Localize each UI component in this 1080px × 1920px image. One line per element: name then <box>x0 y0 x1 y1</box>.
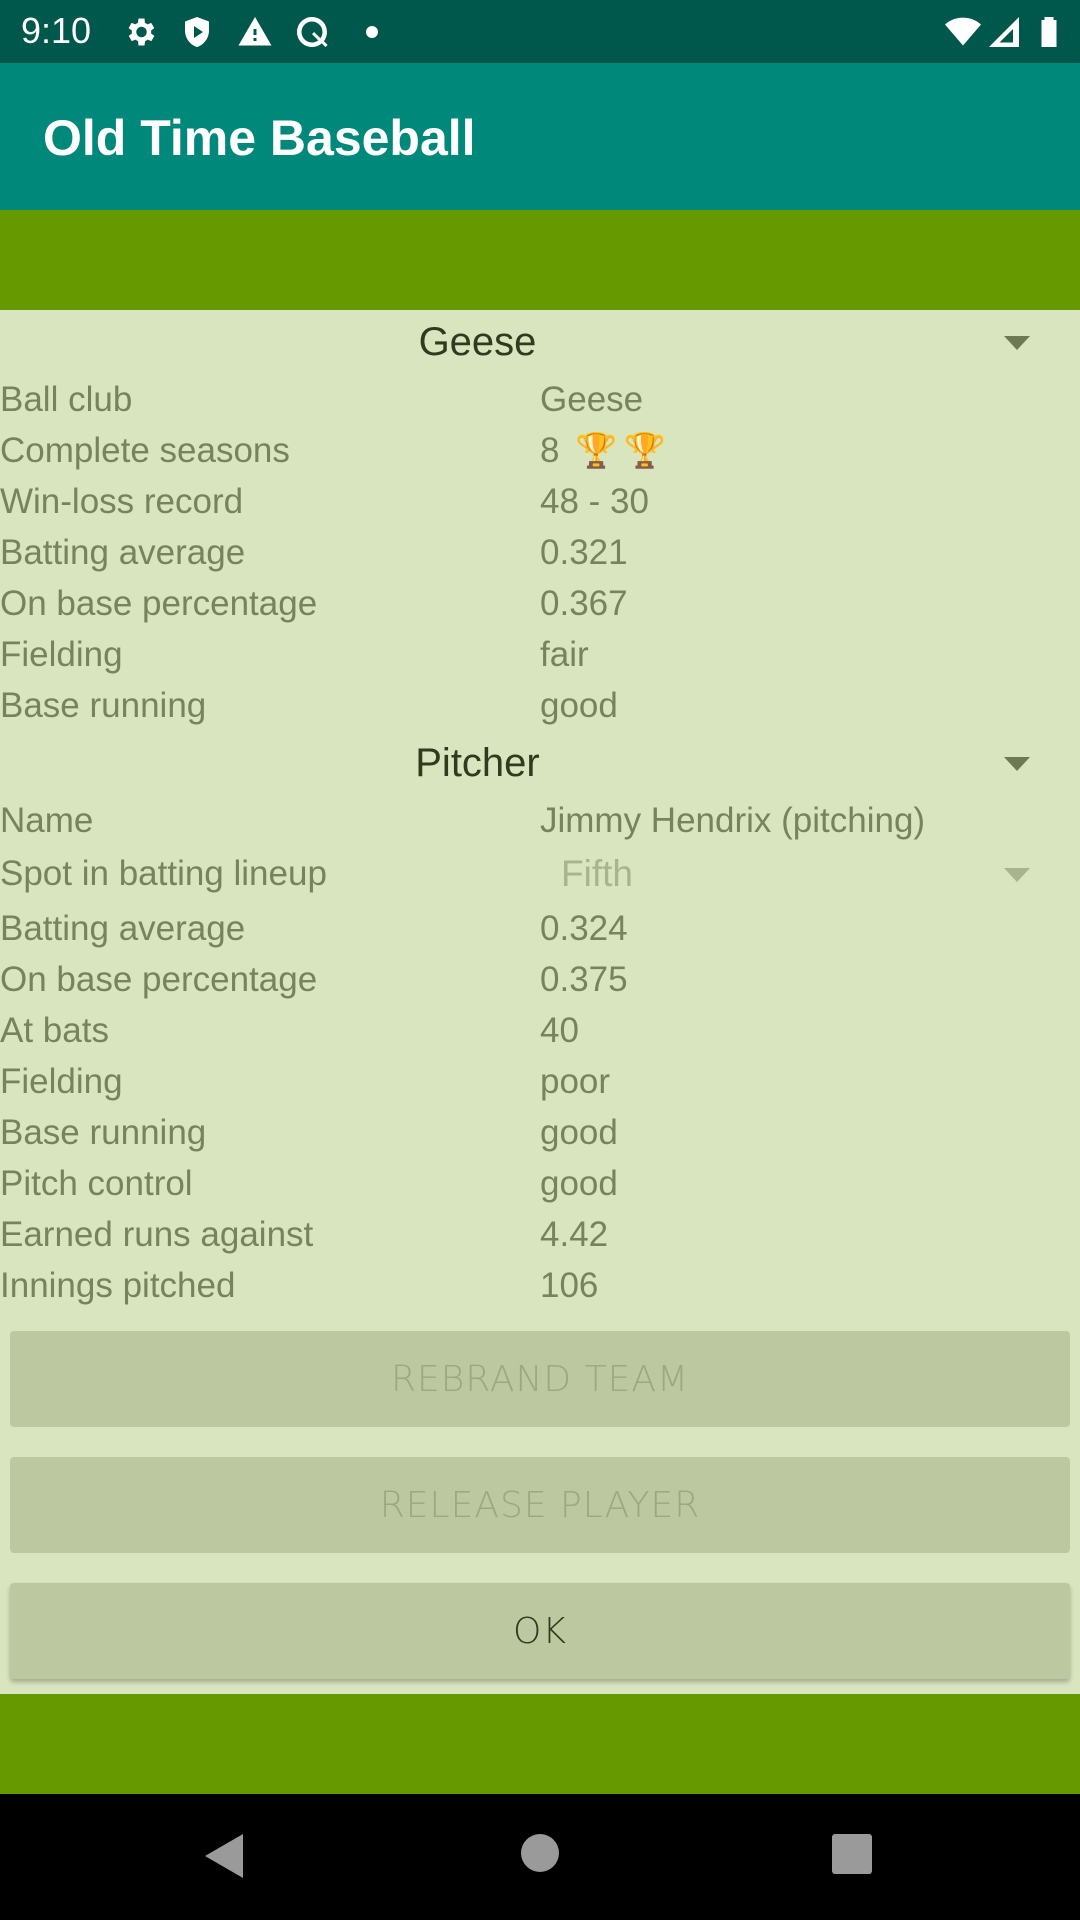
warning-icon <box>236 13 274 51</box>
player-row-at-bats: At bats 40 <box>0 1005 1080 1056</box>
ok-button[interactable]: OK <box>10 1583 1070 1679</box>
row-label: On base percentage <box>0 584 318 623</box>
team-row-batting-average: Batting average 0.321 <box>0 527 1080 578</box>
row-value: 0.321 <box>540 533 628 572</box>
row-label: At bats <box>0 1011 109 1050</box>
player-row-earned-runs: Earned runs against 4.42 <box>0 1209 1080 1260</box>
team-spinner-value: Geese <box>418 320 537 364</box>
row-value: Jimmy Hendrix (pitching) <box>540 801 926 840</box>
app-title: Old Time Baseball <box>43 110 476 166</box>
player-row-on-base: On base percentage 0.375 <box>0 954 1080 1005</box>
battery-icon <box>1030 13 1068 51</box>
team-row-on-base: On base percentage 0.367 <box>0 578 1080 629</box>
bottom-banner <box>0 1694 1080 1794</box>
dot-icon <box>353 13 391 51</box>
top-banner <box>0 210 1080 310</box>
lineup-spinner-value: Fifth <box>561 853 633 894</box>
team-row-complete-seasons: Complete seasons 8 🏆 🏆 <box>0 425 1080 476</box>
row-value: Geese <box>540 380 644 419</box>
navigation-bar <box>0 1794 1080 1920</box>
team-dialog: Geese Ball club Geese Complete seasons 8… <box>0 310 1080 1694</box>
home-icon[interactable] <box>521 1834 559 1872</box>
player-spinner-value: Pitcher <box>415 741 540 785</box>
row-label: Fielding <box>0 1062 123 1101</box>
gear-icon <box>121 13 159 51</box>
row-value: good <box>540 1164 618 1203</box>
q-logo-icon <box>293 13 331 51</box>
row-label: Complete seasons <box>0 431 290 470</box>
row-value: 48 - 30 <box>540 482 649 521</box>
rebrand-team-button[interactable]: REBRAND TEAM <box>10 1331 1070 1427</box>
row-label: Win-loss record <box>0 482 244 521</box>
row-value: good <box>540 1113 618 1152</box>
row-label: On base percentage <box>0 960 318 999</box>
status-bar: 9:10 <box>0 0 1080 63</box>
row-label: Base running <box>0 686 207 725</box>
row-value: 0.324 <box>540 909 628 948</box>
row-label: Batting average <box>0 533 246 572</box>
team-row-ball-club: Ball club Geese <box>0 374 1080 425</box>
app-bar: Old Time Baseball <box>0 63 1080 210</box>
trophy-icon: 🏆 <box>575 432 618 470</box>
release-player-button[interactable]: RELEASE PLAYER <box>10 1457 1070 1553</box>
team-row-fielding: Fielding fair <box>0 629 1080 680</box>
row-value: 4.42 <box>540 1215 609 1254</box>
row-label: Base running <box>0 1113 207 1152</box>
status-time: 9:10 <box>21 10 92 51</box>
row-value: good <box>540 686 618 725</box>
team-row-base-running: Base running good <box>0 680 1080 731</box>
player-row-innings-pitched: Innings pitched 106 <box>0 1260 1080 1311</box>
row-label: Fielding <box>0 635 123 674</box>
player-spinner[interactable]: Pitcher <box>0 731 1080 795</box>
row-value: 40 <box>540 1011 579 1050</box>
trophy-icon: 🏆 <box>623 432 666 470</box>
row-value: fair <box>540 635 589 674</box>
row-label: Earned runs against <box>0 1215 314 1254</box>
player-row-batting-average: Batting average 0.324 <box>0 903 1080 954</box>
player-row-name: Name Jimmy Hendrix (pitching) <box>0 795 1080 846</box>
team-spinner[interactable]: Geese <box>0 310 1080 374</box>
row-value: 0.367 <box>540 584 628 623</box>
row-label: Spot in batting lineup <box>0 854 327 893</box>
row-label: Name <box>0 801 94 840</box>
player-row-lineup: Spot in batting lineup Fifth <box>0 848 1080 904</box>
player-row-pitch-control: Pitch control good <box>0 1158 1080 1209</box>
recents-icon[interactable] <box>832 1834 872 1874</box>
row-value: 0.375 <box>540 960 628 999</box>
player-row-fielding: Fielding poor <box>0 1056 1080 1107</box>
dropdown-arrow-icon <box>1004 757 1030 771</box>
player-row-base-running: Base running good <box>0 1107 1080 1158</box>
seasons-count: 8 <box>540 431 560 470</box>
row-value: poor <box>540 1062 611 1101</box>
row-label: Ball club <box>0 380 133 419</box>
dropdown-arrow-icon <box>1004 868 1030 882</box>
row-value: 106 <box>540 1266 599 1305</box>
team-row-win-loss: Win-loss record 48 - 30 <box>0 476 1080 527</box>
wifi-icon <box>944 13 982 51</box>
back-icon[interactable] <box>205 1834 243 1878</box>
signal-icon <box>985 13 1023 51</box>
row-label: Pitch control <box>0 1164 193 1203</box>
shield-play-icon <box>178 13 216 51</box>
dropdown-arrow-icon <box>1004 336 1030 350</box>
row-label: Batting average <box>0 909 246 948</box>
row-label: Innings pitched <box>0 1266 236 1305</box>
row-value: 8 🏆 🏆 <box>540 425 666 477</box>
